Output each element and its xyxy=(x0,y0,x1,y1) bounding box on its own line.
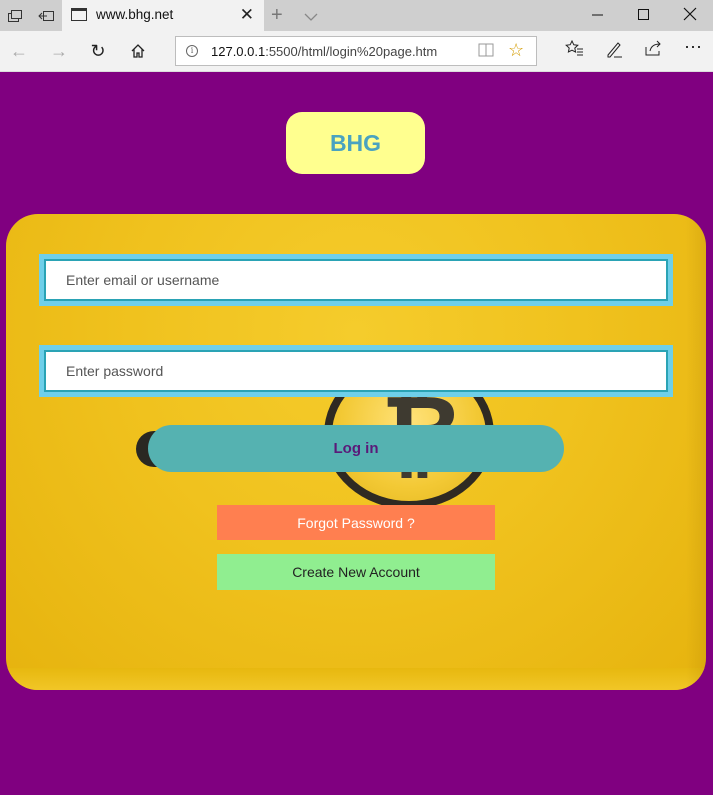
home-icon[interactable] xyxy=(127,40,149,62)
favorites-icon[interactable] xyxy=(565,39,583,61)
address-bar[interactable]: i 127.0.0.1:5500/html/login%20page.htm ☆ xyxy=(175,36,537,66)
maximize-icon[interactable] xyxy=(638,5,650,30)
forward-icon[interactable]: → xyxy=(48,40,70,62)
site-logo: BHG xyxy=(286,112,425,174)
more-icon[interactable]: ⋯ xyxy=(684,37,702,58)
page-icon xyxy=(71,8,87,21)
tab-actions-icon[interactable] xyxy=(0,0,30,31)
refresh-icon[interactable]: ↻ xyxy=(87,40,109,62)
back-icon[interactable]: ← xyxy=(8,40,30,62)
login-button[interactable]: Log in xyxy=(148,425,564,472)
email-field[interactable] xyxy=(44,259,668,301)
password-field[interactable] xyxy=(44,350,668,392)
create-account-button[interactable]: Create New Account xyxy=(217,554,495,590)
card-bottom-shade xyxy=(6,668,706,690)
new-tab-icon[interactable]: + xyxy=(271,4,283,27)
tab-preview-icon[interactable] xyxy=(304,8,318,26)
active-tab[interactable]: www.bhg.net ✕ xyxy=(62,0,264,31)
forgot-password-button[interactable]: Forgot Password ? xyxy=(217,505,495,540)
tab-strip: www.bhg.net ✕ + xyxy=(0,0,713,31)
tab-title: www.bhg.net xyxy=(96,7,174,22)
close-icon[interactable]: ✕ xyxy=(240,5,254,25)
window-close-icon[interactable] xyxy=(683,5,697,30)
address-toolbar: ← → ↻ i 127.0.0.1:5500/html/login%20page… xyxy=(0,31,713,72)
card-right-shade xyxy=(686,214,706,690)
favorite-star-icon[interactable]: ☆ xyxy=(508,40,524,61)
reading-view-icon[interactable] xyxy=(478,43,494,60)
minimize-icon[interactable] xyxy=(592,5,604,30)
share-icon[interactable] xyxy=(645,40,663,61)
email-field-wrapper xyxy=(39,254,673,306)
pen-icon[interactable] xyxy=(605,40,623,63)
address-text[interactable]: 127.0.0.1:5500/html/login%20page.htm xyxy=(211,44,437,59)
set-tabs-aside-icon[interactable] xyxy=(31,0,61,31)
password-field-wrapper xyxy=(39,345,673,397)
info-icon[interactable]: i xyxy=(186,45,198,57)
login-card: ₿ Log in Forgot Password ? Create New Ac… xyxy=(6,214,706,690)
